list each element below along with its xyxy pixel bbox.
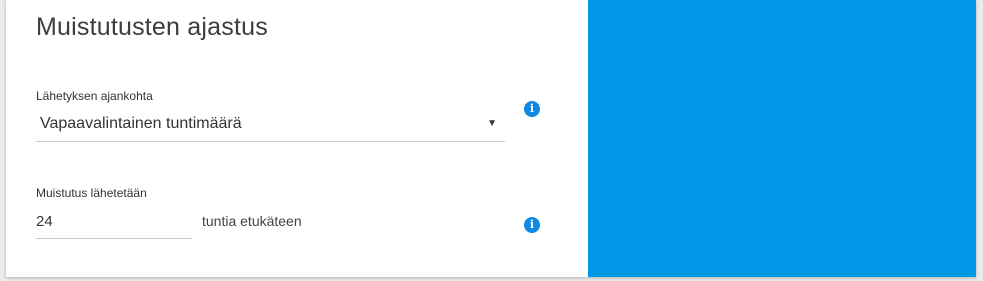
reminder-sent-label: Muistutus lähetetään: [36, 186, 147, 200]
send-time-label: Lähetyksen ajankohta: [36, 89, 153, 103]
hours-before-input[interactable]: [36, 204, 192, 239]
blue-side-panel: [588, 0, 976, 277]
reminder-scheduling-card: Muistutusten ajastus Lähetyksen ajankoht…: [6, 0, 976, 277]
info-icon[interactable]: i: [524, 217, 540, 233]
section-title: Muistutusten ajastus: [36, 13, 268, 41]
send-time-select[interactable]: Vapaavalintainen tuntimäärä ▼: [36, 108, 505, 142]
info-icon[interactable]: i: [524, 101, 540, 117]
send-time-selected-value: Vapaavalintainen tuntimäärä: [40, 115, 242, 132]
page: Muistutusten ajastus Lähetyksen ajankoht…: [0, 0, 983, 281]
dropdown-arrow-icon: ▼: [487, 118, 497, 129]
hours-before-suffix: tuntia etukäteen: [202, 213, 302, 229]
